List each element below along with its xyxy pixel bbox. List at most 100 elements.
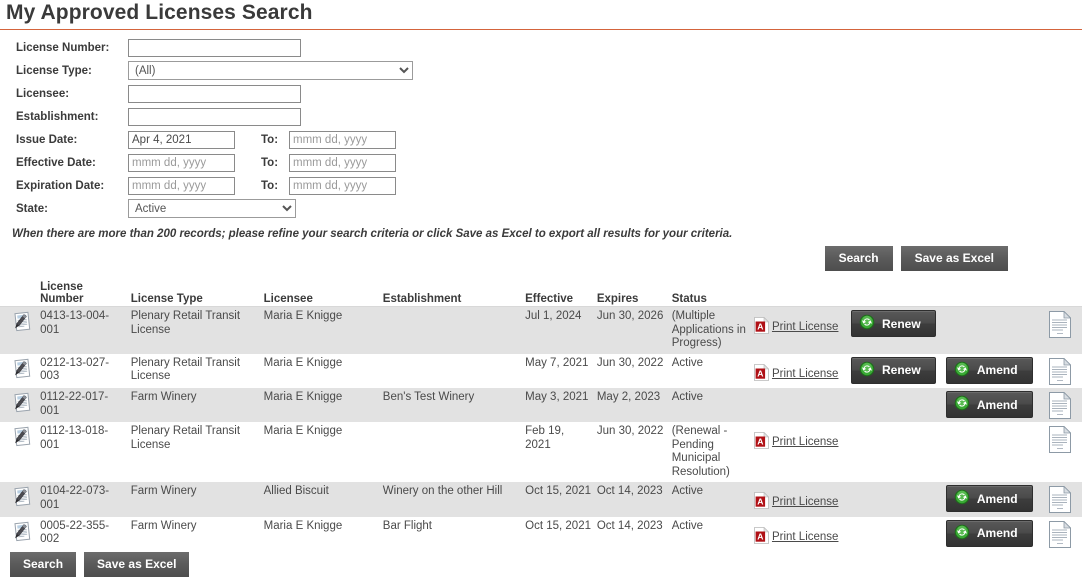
print-license-label[interactable]: Print License [772,436,838,450]
field-row-effective-date: Effective Date: To: [16,151,1082,174]
row-sign-icon-cell[interactable] [0,306,41,354]
effective-date-label: Effective Date: [16,156,96,169]
col-header-license-number[interactable]: License Number [40,281,131,307]
row-sign-icon-cell[interactable] [0,388,41,422]
cell-licensee: Maria E Knigge [263,422,383,482]
effective-date-from-input[interactable] [128,153,235,172]
cell-action-secondary: Amend [945,353,1042,388]
sign-document-icon[interactable] [0,486,36,510]
sign-document-icon[interactable] [0,358,36,382]
col-header-effective[interactable]: Effective [525,281,597,307]
licensee-label: Licensee: [16,87,70,100]
cell-licensee: Maria E Knigge [263,353,383,388]
print-license-label[interactable]: Print License [772,368,838,382]
amend-button-label: Amend [976,363,1018,377]
row-document-icon-cell[interactable] [1041,516,1082,551]
table-row[interactable]: 0413-13-004-001 Plenary Retail Transit Li… [0,306,1082,354]
cell-license-number: 0005-22-355-002 [40,516,131,551]
col-header-licensee[interactable]: Licensee [263,281,383,307]
effective-date-to-input[interactable] [289,153,396,172]
row-sign-icon-cell[interactable] [0,516,41,551]
col-header-action2 [945,281,1042,307]
row-document-icon-cell[interactable] [1041,353,1082,388]
expiration-date-from-input[interactable] [128,176,235,195]
license-number-input[interactable] [128,38,301,57]
print-license-label[interactable]: Print License [772,531,838,545]
print-license-link[interactable]: A Print License [754,316,838,339]
table-row[interactable]: 0112-22-017-001 Farm Winery Maria E Knigge… [0,388,1082,422]
row-document-icon-cell[interactable] [1041,482,1082,517]
print-license-link[interactable]: A Print License [754,526,838,549]
cell-licensee: Maria E Knigge [263,388,383,422]
issue-date-to-label: To: [261,133,279,146]
amend-button[interactable]: Amend [945,356,1033,384]
table-row[interactable]: 0212-13-027-003 Plenary Retail Transit Li… [0,353,1082,388]
save-as-excel-button-bottom[interactable]: Save as Excel [84,552,190,577]
state-select[interactable]: Active [128,199,296,218]
print-license-link[interactable]: A Print License [754,431,838,454]
cell-license-type: Farm Winery [130,482,264,517]
document-icon[interactable] [1042,357,1078,385]
cell-license-type: Farm Winery [130,516,264,551]
renew-button[interactable]: Renew [850,310,936,337]
sign-document-icon[interactable] [0,392,36,416]
cell-action-secondary: Amend [945,516,1042,551]
results-table: License Number License Type Licensee Est… [0,281,1082,551]
table-row[interactable]: 0112-13-018-001 Plenary Retail Transit Li… [0,422,1082,482]
save-as-excel-button-top[interactable]: Save as Excel [900,246,1008,271]
col-header-icon [0,281,41,307]
col-header-license-type[interactable]: License Type [130,281,264,307]
cell-print-license: A Print License [753,482,851,517]
search-button-top[interactable]: Search [824,246,893,271]
document-icon[interactable] [1042,392,1078,419]
field-row-issue-date: Issue Date: To: [16,128,1082,151]
row-sign-icon-cell[interactable] [0,422,41,482]
issue-date-from-input[interactable] [128,130,235,149]
expiration-date-to-input[interactable] [289,176,396,195]
row-document-icon-cell[interactable] [1041,388,1082,422]
search-button-bottom[interactable]: Search [10,552,77,577]
sign-document-icon[interactable] [0,521,36,545]
document-icon[interactable] [1042,486,1078,513]
issue-date-to-input[interactable] [289,130,396,149]
amend-button[interactable]: Amend [945,485,1033,512]
print-license-link[interactable]: A Print License [754,491,838,514]
row-document-icon-cell[interactable] [1041,306,1082,354]
cell-expires: Jun 30, 2022 [596,353,672,388]
print-license-label[interactable]: Print License [772,321,838,335]
license-type-select[interactable]: (All) [128,61,413,80]
field-row-licensee: Licensee: [16,82,1082,105]
pdf-icon: A [754,491,770,514]
cell-print-license: A Print License [753,353,851,388]
amend-button[interactable]: Amend [945,519,1033,547]
row-sign-icon-cell[interactable] [0,353,41,388]
pdf-icon: A [754,316,770,339]
cell-expires: May 2, 2023 [596,388,672,422]
col-header-status[interactable]: Status [671,281,754,307]
table-row[interactable]: 0005-22-355-002 Farm Winery Maria E Knigge… [0,516,1082,551]
search-form: License Number: License Type: (All) Lice… [0,36,1082,220]
cell-establishment: Winery on the other Hill [382,482,526,517]
establishment-input[interactable] [128,107,301,126]
amend-button[interactable]: Amend [945,391,1033,418]
document-icon[interactable] [1042,311,1078,338]
col-header-doc [1041,281,1082,307]
svg-text:A: A [757,437,763,447]
field-row-license-number: License Number: [16,36,1082,59]
renew-button[interactable]: Renew [850,356,936,384]
licensee-input[interactable] [128,84,301,103]
col-header-establishment[interactable]: Establishment [382,281,526,307]
bottom-action-bar: Search Save as Excel [10,552,190,577]
row-sign-icon-cell[interactable] [0,482,41,517]
print-license-link[interactable]: A Print License [754,363,838,386]
col-header-expires[interactable]: Expires [596,281,672,307]
print-license-label[interactable]: Print License [772,496,838,510]
sign-document-icon[interactable] [0,426,36,450]
table-row[interactable]: 0104-22-073-001 Farm Winery Allied Biscuit… [0,482,1082,517]
row-document-icon-cell[interactable] [1041,422,1082,482]
cell-action-primary: Renew [850,306,946,354]
document-icon[interactable] [1042,520,1078,548]
cell-license-number: 0413-13-004-001 [40,306,131,354]
sign-document-icon[interactable] [0,311,36,335]
document-icon[interactable] [1042,426,1078,453]
